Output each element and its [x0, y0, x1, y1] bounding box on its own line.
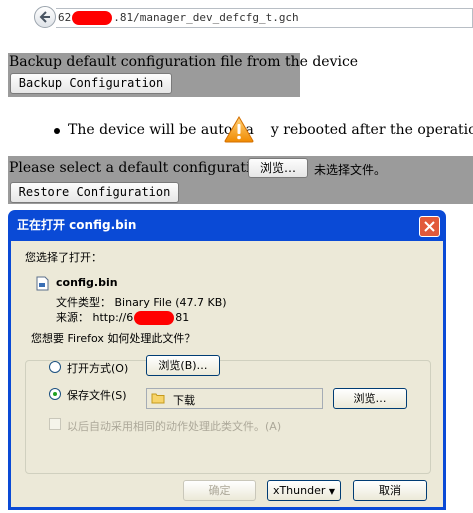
- browse-file-button[interactable]: 浏览…: [248, 158, 308, 178]
- file-type: 文件类型： Binary File (47.7 KB): [56, 296, 227, 309]
- open-with-app-button[interactable]: 浏览(B)…: [146, 355, 220, 376]
- backup-configuration-button[interactable]: Backup Configuration: [10, 73, 172, 94]
- back-button[interactable]: [34, 6, 56, 28]
- ok-button[interactable]: 确定: [183, 480, 256, 501]
- file-source: 来源： http://6 81: [56, 309, 189, 325]
- redaction-mark: [134, 311, 175, 325]
- xthunder-label: xThunder: [272, 484, 326, 497]
- save-folder-select[interactable]: 下载: [146, 388, 323, 409]
- open-with-label[interactable]: 打开方式(O): [67, 360, 128, 376]
- no-file-selected-text: 未选择文件。: [314, 163, 387, 177]
- back-arrow-icon: [39, 11, 50, 23]
- action-group: [25, 360, 431, 474]
- auto-action-label: 以后自动采用相同的动作处理此类文件。(A): [67, 420, 282, 433]
- folder-icon: [151, 393, 165, 404]
- file-icon: [36, 276, 49, 291]
- dropdown-arrow-icon: ▼: [328, 487, 336, 496]
- close-button[interactable]: [419, 216, 440, 237]
- open-with-radio[interactable]: [49, 361, 61, 373]
- source-suffix: 81: [175, 311, 190, 324]
- auto-action-checkbox[interactable]: [49, 418, 61, 430]
- browser-toolbar: 62 .81/manager_dev_defcfg_t.gch: [0, 0, 473, 44]
- url-prefix: 62: [58, 11, 72, 24]
- url-bar[interactable]: 62 .81/manager_dev_defcfg_t.gch: [56, 8, 473, 28]
- backup-label: Backup default configuration file from t…: [9, 54, 359, 70]
- dialog-title: 正在打开 config.bin: [17, 218, 137, 232]
- cancel-button[interactable]: 取消: [353, 480, 427, 501]
- warning-icon: [224, 116, 254, 143]
- bullet: [54, 128, 60, 134]
- reboot-note-end: y rebooted after the operation.: [270, 122, 473, 138]
- file-name: config.bin: [56, 276, 118, 289]
- save-folder-name: 下载: [173, 394, 195, 407]
- redaction-mark: [72, 11, 113, 25]
- dialog-body: 您选择了打开： config.bin 文件类型： Binary File (47…: [11, 241, 443, 507]
- url-suffix: .81/manager_dev_defcfg_t.gch: [113, 11, 299, 24]
- save-browse-button[interactable]: 浏览…: [333, 388, 407, 409]
- open-file-dialog: 正在打开 config.bin 您选择了打开： config.bin 文件类型：…: [8, 210, 446, 510]
- restore-configuration-button[interactable]: Restore Configuration: [10, 182, 179, 203]
- close-icon: [424, 221, 435, 232]
- reboot-note: The device will be automa y rebooted afte…: [68, 122, 473, 138]
- save-file-label[interactable]: 保存文件(S): [67, 387, 127, 403]
- action-question: 您想要 Firefox 如何处理此文件？: [29, 330, 198, 346]
- xthunder-button[interactable]: xThunder ▼: [267, 480, 341, 501]
- dialog-intro: 您选择了打开：: [25, 251, 102, 264]
- save-file-radio[interactable]: [49, 388, 61, 400]
- source-prefix: 来源： http://6: [56, 311, 134, 324]
